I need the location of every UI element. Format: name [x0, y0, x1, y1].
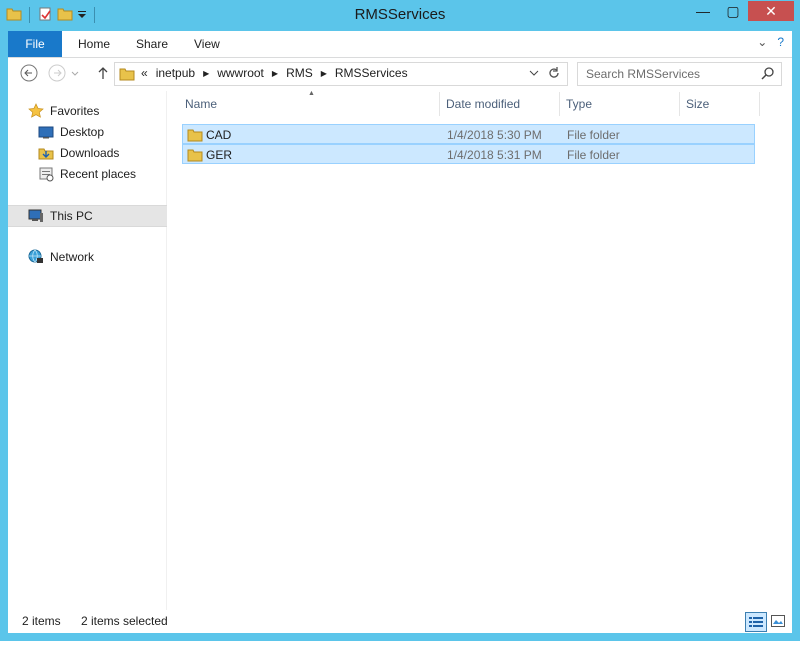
tab-share[interactable]: Share — [136, 31, 168, 57]
recent-locations-button[interactable] — [70, 64, 80, 82]
window-controls: — ▢ ✕ — [688, 1, 794, 21]
breadcrumb-rms[interactable]: RMS — [286, 66, 313, 80]
ribbon-right-controls: ⌄ ? — [757, 35, 784, 49]
nav-label-downloads: Downloads — [60, 146, 120, 160]
tab-file[interactable]: File — [8, 31, 62, 57]
nav-label-network: Network — [50, 250, 95, 264]
up-button[interactable] — [94, 64, 112, 82]
nav-item-this-pc[interactable]: This PC — [8, 205, 186, 227]
title-bar: RMSServices — ▢ ✕ — [0, 0, 800, 31]
file-list: ▲ Name Date modified Type Size CAD 1/4/2… — [167, 90, 792, 610]
details-view-icon — [749, 617, 763, 627]
folder-icon — [187, 127, 203, 145]
recent-places-icon — [38, 166, 54, 182]
back-arrow-icon — [20, 64, 38, 82]
chevron-down-icon — [71, 71, 79, 76]
file-date: 1/4/2018 5:31 PM — [447, 148, 542, 162]
item-count: 2 items — [22, 614, 61, 628]
explorer-window: RMSServices — ▢ ✕ File Home Share View ⌄… — [0, 0, 800, 641]
breadcrumb-separator-icon[interactable]: ▶ — [272, 69, 278, 78]
folder-icon — [119, 66, 135, 85]
nav-label-this-pc: This PC — [50, 209, 93, 223]
column-header-date-modified[interactable]: Date modified — [440, 92, 560, 116]
tab-view[interactable]: View — [194, 31, 220, 57]
help-icon[interactable]: ? — [777, 35, 784, 49]
back-button[interactable] — [20, 64, 38, 82]
address-bar[interactable]: « inetpub ▶ wwwroot ▶ RMS ▶ RMSServices — [114, 62, 568, 86]
large-icons-view-button[interactable] — [768, 612, 788, 630]
navigation-bar: « inetpub ▶ wwwroot ▶ RMS ▶ RMSServices — [8, 58, 792, 88]
large-icons-view-icon — [771, 615, 785, 627]
ribbon-tabs: File Home Share View ⌄ ? — [8, 31, 792, 58]
nav-label-desktop: Desktop — [60, 125, 105, 139]
expand-ribbon-icon[interactable]: ⌄ — [757, 35, 767, 49]
forward-button[interactable] — [48, 64, 66, 82]
breadcrumb-inetpub[interactable]: inetpub — [156, 66, 195, 80]
nav-label-favorites: Favorites — [50, 104, 100, 118]
file-name: GER — [206, 148, 233, 162]
search-box[interactable]: Search RMSServices — [577, 62, 782, 86]
search-icon[interactable] — [761, 66, 775, 83]
up-arrow-icon — [98, 67, 108, 79]
window-title: RMSServices — [354, 6, 446, 23]
star-icon — [28, 103, 44, 119]
file-name: CAD — [206, 128, 232, 142]
folder-icon — [187, 147, 203, 165]
maximize-button[interactable]: ▢ — [718, 1, 748, 21]
search-placeholder: Search RMSServices — [586, 67, 701, 81]
file-type: File folder — [567, 128, 620, 142]
breadcrumb-overflow[interactable]: « — [141, 66, 148, 80]
breadcrumb-rmsservices[interactable]: RMSServices — [335, 66, 408, 80]
file-date: 1/4/2018 5:30 PM — [447, 128, 542, 142]
downloads-icon — [38, 145, 54, 161]
breadcrumb: « inetpub ▶ wwwroot ▶ RMS ▶ RMSServices — [141, 66, 408, 80]
column-header-size[interactable]: Size — [680, 92, 760, 116]
desktop-icon — [38, 124, 54, 140]
close-button[interactable]: ✕ — [748, 1, 794, 21]
details-view-button[interactable] — [745, 612, 767, 632]
client-area: File Home Share View ⌄ ? « inetpub ▶ www… — [8, 31, 792, 633]
table-row[interactable]: GER 1/4/2018 5:31 PM File folder — [182, 144, 755, 164]
breadcrumb-wwwroot[interactable]: wwwroot — [217, 66, 264, 80]
column-header-type[interactable]: Type — [560, 92, 680, 116]
column-header-name[interactable]: Name — [179, 92, 440, 116]
breadcrumb-separator-icon[interactable]: ▶ — [321, 69, 327, 78]
forward-arrow-icon — [48, 64, 66, 82]
nav-item-favorites[interactable]: Favorites — [8, 101, 186, 121]
file-type: File folder — [567, 148, 620, 162]
tab-home[interactable]: Home — [78, 31, 110, 57]
refresh-icon[interactable] — [547, 66, 561, 83]
selection-count: 2 items selected — [81, 614, 168, 628]
computer-icon — [28, 208, 44, 224]
navigation-pane: Favorites Desktop Downloads Recent place… — [8, 91, 186, 610]
status-bar: 2 items 2 items selected — [8, 610, 792, 633]
nav-item-network[interactable]: Network — [8, 247, 186, 267]
nav-label-recent-places: Recent places — [60, 167, 137, 181]
address-dropdown-icon[interactable] — [529, 65, 539, 84]
network-icon — [28, 249, 44, 265]
breadcrumb-separator-icon[interactable]: ▶ — [203, 69, 209, 78]
minimize-button[interactable]: — — [688, 1, 718, 21]
table-row[interactable]: CAD 1/4/2018 5:30 PM File folder — [182, 124, 755, 144]
